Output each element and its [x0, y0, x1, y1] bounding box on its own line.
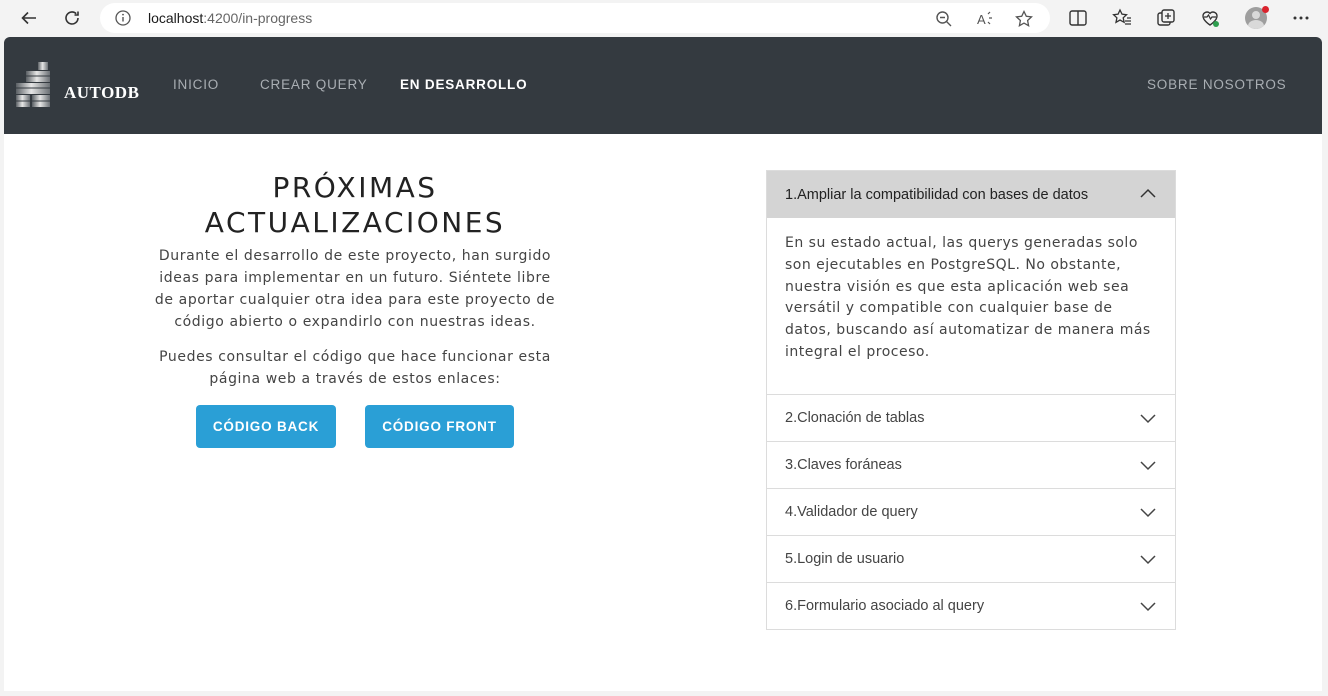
nav-link-en-desarrollo[interactable]: EN DESARROLLO: [400, 77, 527, 92]
accordion-item-5-header[interactable]: 5.Login de usuario: [767, 534, 1175, 582]
notification-dot: [1262, 6, 1269, 13]
reload-icon[interactable]: [57, 4, 87, 32]
zoom-icon[interactable]: [934, 9, 954, 29]
nav-link-crear-query[interactable]: CREAR QUERY: [260, 77, 368, 92]
navbar: AUTODB INICIO CREAR QUERY EN DESARROLLO …: [4, 37, 1322, 134]
database-logo-icon[interactable]: [14, 61, 52, 109]
back-icon[interactable]: [14, 4, 44, 32]
accordion-item-2-header[interactable]: 2.Clonación de tablas: [767, 393, 1175, 441]
accordion-item-label: 2.Clonación de tablas: [785, 409, 925, 426]
chevron-up-icon: [1140, 188, 1156, 198]
browser-toolbar: localhost:4200/in-progress A: [0, 0, 1328, 37]
intro-paragraph: Durante el desarrollo de este proyecto, …: [154, 248, 556, 330]
title-line-1: PRÓXIMAS: [272, 171, 438, 204]
url-text: localhost:4200/in-progress: [148, 10, 313, 26]
accordion-item-1-header[interactable]: 1.Ampliar la compatibilidad con bases de…: [767, 171, 1175, 218]
page-viewport: AUTODB INICIO CREAR QUERY EN DESARROLLO …: [4, 37, 1322, 691]
address-bar[interactable]: localhost:4200/in-progress A: [100, 3, 1050, 33]
chevron-down-icon: [1140, 414, 1156, 423]
accordion-item-4-header[interactable]: 4.Validador de query: [767, 487, 1175, 535]
accordion-item-label: 6.Formulario asociado al query: [785, 597, 985, 614]
chevron-down-icon: [1140, 461, 1156, 470]
more-options-icon[interactable]: [1290, 7, 1312, 29]
accordion-item-label: 5.Login de usuario: [785, 550, 905, 567]
code-back-button[interactable]: CÓDIGO BACK: [196, 405, 336, 448]
nav-link-inicio[interactable]: INICIO: [173, 77, 219, 92]
accordion-item-1-body: En su estado actual, las querys generada…: [785, 235, 1151, 360]
brand-name[interactable]: AUTODB: [64, 83, 139, 103]
chevron-down-icon: [1140, 602, 1156, 611]
accordion-item-6-header[interactable]: 6.Formulario asociado al query: [767, 581, 1175, 629]
accordion-item-3-header[interactable]: 3.Claves foráneas: [767, 440, 1175, 488]
favorite-star-icon[interactable]: [1014, 9, 1034, 29]
site-info-icon[interactable]: [114, 9, 132, 27]
links-paragraph: Puedes consultar el código que hace func…: [159, 349, 551, 387]
accordion-item-label: 4.Validador de query: [785, 503, 918, 520]
read-aloud-icon[interactable]: A: [975, 9, 995, 29]
updates-accordion: 1.Ampliar la compatibilidad con bases de…: [766, 170, 1176, 630]
accordion-item-label: 1.Ampliar la compatibilidad con bases de…: [785, 186, 1089, 203]
nav-link-sobre-nosotros[interactable]: SOBRE NOSOTROS: [1147, 77, 1286, 92]
accordion-item-label: 3.Claves foráneas: [785, 456, 902, 473]
page-title: PRÓXIMAS ACTUALIZACIONES: [150, 170, 560, 240]
code-front-button[interactable]: CÓDIGO FRONT: [365, 405, 514, 448]
collections-icon[interactable]: [1155, 7, 1177, 29]
favorites-icon[interactable]: [1111, 7, 1133, 29]
svg-text:A: A: [977, 12, 986, 27]
split-screen-icon[interactable]: [1067, 7, 1089, 29]
chevron-down-icon: [1140, 508, 1156, 517]
performance-heart-icon[interactable]: [1199, 7, 1221, 29]
chevron-down-icon: [1140, 555, 1156, 564]
title-line-2: ACTUALIZACIONES: [204, 206, 506, 239]
